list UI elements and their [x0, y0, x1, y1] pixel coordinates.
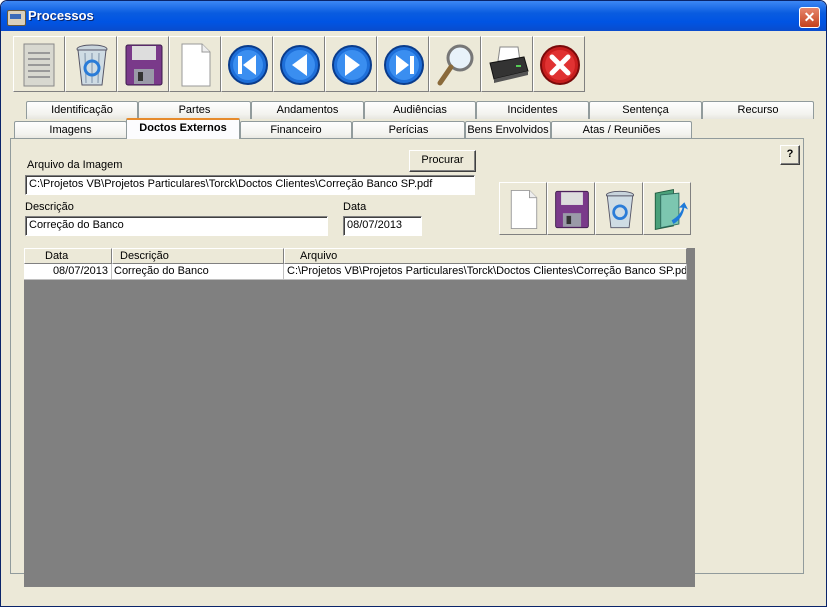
grid-scroll-area	[687, 248, 695, 587]
first-record-icon	[228, 45, 268, 85]
cell-file: C:\Projetos VB\Projetos Particulares\Tor…	[284, 264, 687, 280]
floppy-disk-icon	[125, 44, 163, 86]
file-label: Arquivo da Imagem	[27, 159, 123, 171]
tab-incidentes[interactable]: Incidentes	[476, 101, 589, 119]
app-icon	[7, 10, 26, 26]
cell-date: 08/07/2013	[24, 264, 112, 280]
save-button[interactable]	[117, 36, 169, 92]
column-header-descricao[interactable]: Descrição	[112, 248, 284, 264]
date-label: Data	[343, 201, 367, 213]
recycle-bin-icon	[605, 190, 635, 229]
window-close-button[interactable]: ✕	[799, 7, 820, 28]
description-label: Descrição	[25, 201, 74, 213]
tab-financeiro[interactable]: Financeiro	[240, 121, 352, 139]
column-header-data[interactable]: Data	[24, 248, 112, 264]
tab-atas-reunioes[interactable]: Atas / Reuniões	[551, 121, 692, 139]
tab-pericias[interactable]: Perícias	[352, 121, 465, 139]
main-window: Processos ✕ Identificação Partes Andamen…	[0, 0, 827, 607]
browse-button[interactable]: Procurar	[409, 150, 476, 172]
new-document-icon	[510, 189, 538, 230]
help-button[interactable]: ?	[780, 145, 800, 165]
tab-imagens[interactable]: Imagens	[14, 121, 127, 139]
doc-save-button[interactable]	[547, 182, 595, 235]
next-record-button[interactable]	[325, 36, 377, 92]
tab-bens-envolvidos[interactable]: Bens Envolvidos	[465, 121, 551, 139]
tab-audiencias[interactable]: Audiências	[364, 101, 476, 119]
column-header-arquivo[interactable]: Arquivo	[284, 248, 687, 264]
description-input[interactable]: Correção do Banco	[25, 216, 328, 236]
delete-button[interactable]	[65, 36, 117, 92]
tab-recurso[interactable]: Recurso	[702, 101, 814, 119]
printer-icon	[489, 46, 529, 83]
previous-record-button[interactable]	[273, 36, 325, 92]
new-document-icon	[181, 43, 211, 87]
open-file-icon	[654, 188, 688, 231]
new-button[interactable]	[169, 36, 221, 92]
toolbar	[13, 36, 613, 92]
previous-icon	[280, 45, 320, 85]
recycle-bin-icon	[76, 44, 108, 86]
close-icon	[540, 45, 580, 85]
last-record-icon	[384, 45, 424, 85]
doc-delete-button[interactable]	[595, 182, 643, 235]
tab-sentenca[interactable]: Sentença	[589, 101, 702, 119]
first-record-button[interactable]	[221, 36, 273, 92]
documents-grid[interactable]: Data Descrição Arquivo 08/07/2013 Correç…	[24, 248, 695, 587]
file-path-input[interactable]: C:\Projetos VB\Projetos Particulares\Tor…	[25, 175, 475, 195]
search-button[interactable]	[429, 36, 481, 92]
tab-partes[interactable]: Partes	[138, 101, 251, 119]
tab-andamentos[interactable]: Andamentos	[251, 101, 364, 119]
exit-button[interactable]	[533, 36, 585, 92]
doc-open-button[interactable]	[643, 182, 691, 235]
report-doc-button[interactable]	[13, 36, 65, 92]
tab-doctos-externos[interactable]: Doctos Externos	[126, 118, 240, 139]
table-row[interactable]: 08/07/2013 Correção do Banco C:\Projetos…	[24, 264, 687, 280]
magnifier-icon	[437, 44, 474, 86]
floppy-disk-icon	[555, 190, 589, 229]
last-record-button[interactable]	[377, 36, 429, 92]
tab-identificacao[interactable]: Identificação	[26, 101, 138, 119]
date-input[interactable]: 08/07/2013	[343, 216, 422, 236]
grid-header: Data Descrição Arquivo	[24, 248, 687, 264]
print-button[interactable]	[481, 36, 533, 92]
cell-description: Correção do Banco	[112, 264, 284, 280]
doc-new-button[interactable]	[499, 182, 547, 235]
document-icon	[23, 43, 55, 87]
window-title: Processos	[28, 8, 94, 23]
title-bar: Processos ✕	[1, 1, 826, 31]
next-icon	[332, 45, 372, 85]
